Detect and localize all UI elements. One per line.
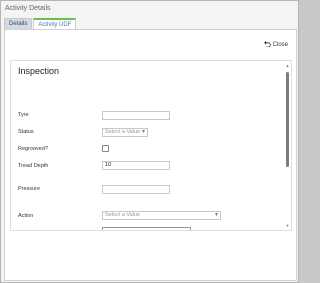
regrooved-label: Regrooved?	[18, 146, 48, 152]
action-label: Action	[18, 213, 34, 219]
pressure-label: Pressure	[18, 186, 41, 192]
activity-details-window: Activity Details Details Activity UDF Cl…	[0, 0, 299, 283]
action-select[interactable]: Select a Value	[102, 211, 221, 220]
tab-details[interactable]: Details	[4, 18, 33, 29]
pressure-input[interactable]	[102, 185, 170, 194]
scroll-thumb[interactable]	[286, 72, 289, 167]
udf-form: Inspection Tyre Status Select a Value Re…	[10, 60, 292, 231]
tyre-input[interactable]	[102, 111, 170, 120]
status-select[interactable]: Select a Value	[102, 128, 148, 137]
tread-depth-input[interactable]: 10	[102, 161, 170, 170]
tab-panel: Close Inspection Tyre Status Select a Va…	[4, 29, 297, 281]
scroll-down-icon[interactable]: ▼	[285, 223, 290, 228]
scroll-up-icon[interactable]: ▲	[285, 63, 290, 68]
regrooved-checkbox[interactable]	[102, 145, 109, 152]
tab-bar: Details Activity UDF	[4, 18, 77, 30]
form-scrollbar[interactable]: ▲ ▼	[285, 63, 290, 228]
undo-arrow-icon	[263, 40, 271, 49]
notes-textarea[interactable]	[102, 227, 191, 230]
window-title: Activity Details	[5, 5, 51, 12]
section-title: Inspection	[18, 66, 60, 76]
tyre-label: Tyre	[18, 112, 29, 118]
status-label: Status	[18, 129, 34, 135]
close-button[interactable]: Close	[263, 40, 288, 49]
close-label: Close	[272, 41, 288, 48]
tread-depth-label: Tread Depth	[18, 163, 49, 169]
